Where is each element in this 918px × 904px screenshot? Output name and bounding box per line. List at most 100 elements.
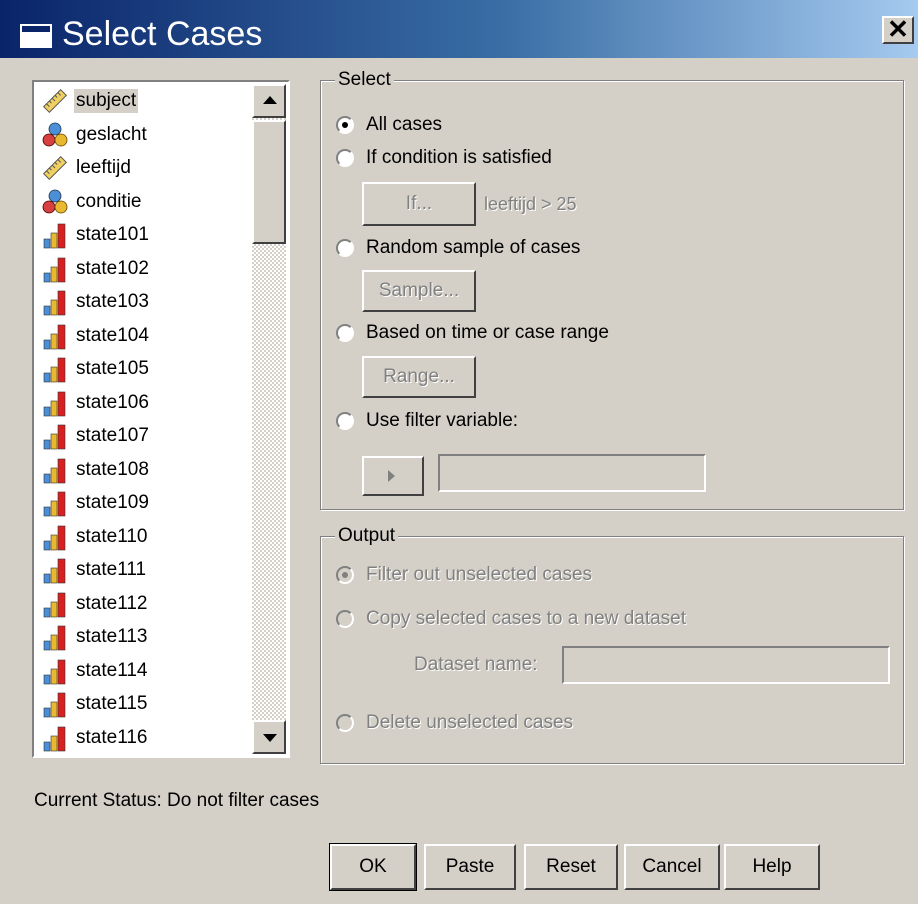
variable-item-leeftijd[interactable]: leeftijd (40, 153, 133, 183)
radio-copy-selected[interactable]: Copy selected cases to a new dataset (336, 608, 686, 630)
title-bar[interactable]: Select Cases ✕ (0, 0, 918, 58)
nominal-balls-icon (40, 187, 70, 217)
paste-button[interactable]: Paste (424, 844, 516, 890)
move-filter-variable-button[interactable] (362, 456, 424, 496)
variable-item-label: state104 (76, 324, 149, 346)
radio-filter-out-indicator[interactable] (336, 566, 354, 584)
radio-filter-variable-indicator[interactable] (336, 412, 354, 430)
variable-list[interactable]: subject geslacht leeftijd conditie state101 s… (32, 80, 290, 758)
variable-item-label: state116 (76, 726, 148, 748)
ordinal-bars-icon (40, 622, 70, 652)
range-button-label: Range... (383, 366, 455, 387)
dataset-name-field[interactable] (562, 646, 890, 684)
condition-text: leeftijd > 25 (484, 194, 577, 214)
reset-button[interactable]: Reset (524, 844, 618, 890)
variable-item-label: state112 (76, 592, 148, 614)
cancel-button[interactable]: Cancel (624, 844, 720, 890)
variable-item-label: state110 (76, 525, 148, 547)
ok-button[interactable]: OK (329, 843, 417, 891)
arrow-up-icon (263, 96, 277, 104)
close-button[interactable]: ✕ (882, 16, 914, 44)
radio-if-condition[interactable]: If condition is satisfied (336, 147, 552, 169)
variable-item-state107[interactable]: state107 (40, 421, 151, 451)
radio-copy-selected-indicator[interactable] (336, 610, 354, 628)
radio-time-range-label: Based on time or case range (366, 322, 609, 343)
radio-all-cases[interactable]: All cases (336, 114, 442, 136)
variable-item-label: state101 (76, 224, 149, 245)
help-button-label: Help (752, 856, 792, 877)
variable-item-subject[interactable]: subject (40, 86, 139, 116)
variable-item-label: state109 (76, 492, 149, 513)
radio-random-sample-indicator[interactable] (336, 239, 354, 257)
variable-list-items: subject geslacht leeftijd conditie state101 s… (36, 84, 254, 754)
variable-item-state111[interactable]: state111 (40, 555, 148, 585)
radio-delete-unselected[interactable]: Delete unselected cases (336, 712, 573, 734)
variable-item-state105[interactable]: state105 (40, 354, 151, 384)
ordinal-bars-icon (40, 354, 70, 384)
window-icon (20, 24, 52, 48)
variable-item-state115[interactable]: state115 (40, 689, 149, 719)
variable-item-state106[interactable]: state106 (40, 388, 151, 418)
scale-ruler-icon (40, 153, 70, 183)
variable-item-label: state115 (76, 693, 148, 714)
current-status: Current Status: Do not filter cases (34, 790, 320, 811)
window-title: Select Cases (62, 15, 263, 53)
variable-item-state102[interactable]: state102 (40, 254, 151, 284)
variable-item-state103[interactable]: state103 (40, 287, 151, 317)
ordinal-bars-icon (40, 555, 70, 585)
sample-button[interactable]: Sample... (362, 270, 476, 312)
help-button[interactable]: Help (724, 844, 820, 890)
ordinal-bars-icon (40, 287, 70, 317)
paste-button-label: Paste (445, 856, 495, 877)
variable-item-state104[interactable]: state104 (40, 321, 151, 351)
variable-item-state108[interactable]: state108 (40, 455, 151, 485)
radio-time-range-indicator[interactable] (336, 324, 354, 342)
radio-random-sample-label: Random sample of cases (366, 237, 581, 258)
variable-item-state116[interactable]: state116 (40, 723, 149, 753)
select-cases-dialog: Select Cases ✕ subject geslacht leeftijd co… (0, 0, 918, 904)
radio-all-cases-indicator[interactable] (336, 116, 354, 134)
scroll-up-button[interactable] (252, 84, 286, 118)
variable-item-geslacht[interactable]: geslacht (40, 120, 149, 150)
variable-item-state114[interactable]: state114 (40, 656, 149, 686)
scroll-thumb[interactable] (252, 120, 286, 244)
radio-delete-unselected-indicator[interactable] (336, 714, 354, 732)
radio-random-sample[interactable]: Random sample of cases (336, 237, 580, 259)
ordinal-bars-icon (40, 488, 70, 518)
filter-variable-field[interactable] (438, 454, 706, 492)
if-button-label: If... (405, 193, 433, 214)
dataset-name-label: Dataset name: (414, 654, 538, 675)
output-group-legend: Output (335, 525, 399, 547)
ordinal-bars-icon (40, 689, 70, 719)
variable-item-state109[interactable]: state109 (40, 488, 151, 518)
if-button[interactable]: If... (362, 182, 476, 226)
radio-delete-unselected-label: Delete unselected cases (366, 712, 574, 733)
ordinal-bars-icon (40, 421, 70, 451)
radio-copy-selected-label: Copy selected cases to a new dataset (366, 608, 687, 629)
radio-all-cases-label: All cases (366, 114, 443, 135)
variable-item-state101[interactable]: state101 (40, 220, 151, 250)
radio-if-condition-indicator[interactable] (336, 149, 354, 167)
ordinal-bars-icon (40, 388, 70, 418)
radio-time-range[interactable]: Based on time or case range (336, 322, 609, 344)
ordinal-bars-icon (40, 220, 70, 250)
range-button[interactable]: Range... (362, 356, 476, 398)
radio-if-condition-label: If condition is satisfied (366, 147, 552, 168)
variable-item-state112[interactable]: state112 (40, 589, 149, 619)
ordinal-bars-icon (40, 723, 70, 753)
select-group-legend: Select (335, 69, 394, 91)
ok-button-label: OK (359, 856, 387, 877)
variable-item-state113[interactable]: state113 (40, 622, 149, 652)
ordinal-bars-icon (40, 656, 70, 686)
scroll-down-button[interactable] (252, 720, 286, 754)
radio-filter-out[interactable]: Filter out unselected cases (336, 564, 592, 586)
variable-item-label: state103 (76, 291, 149, 312)
ordinal-bars-icon (40, 589, 70, 619)
reset-button-label: Reset (546, 856, 596, 877)
variable-item-conditie[interactable]: conditie (40, 187, 144, 217)
variable-item-state110[interactable]: state110 (40, 522, 149, 552)
arrow-right-icon (388, 470, 395, 482)
variable-list-scrollbar[interactable] (252, 84, 286, 754)
variable-item-label: conditie (76, 190, 142, 212)
radio-filter-variable[interactable]: Use filter variable: (336, 410, 518, 432)
